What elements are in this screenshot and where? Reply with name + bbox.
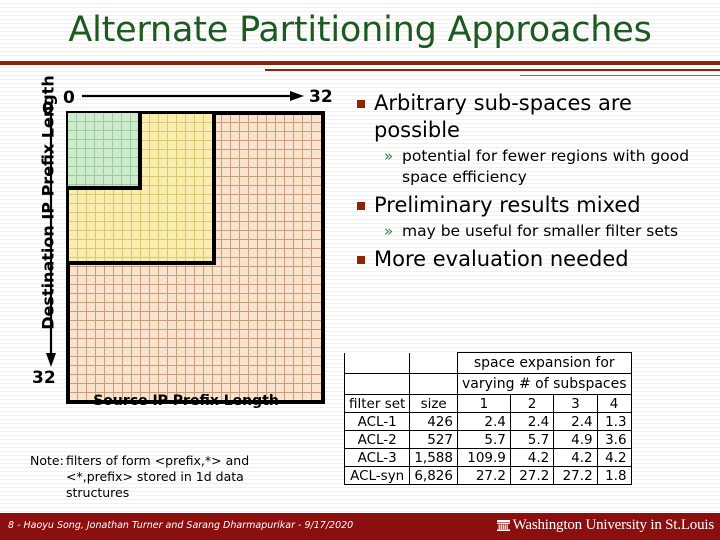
title-rule-thick	[0, 61, 720, 65]
slide-canvas: Alternate Partitioning Approaches Destin…	[0, 0, 720, 540]
bullet-item-4: » may be useful for smaller filter sets	[356, 221, 712, 242]
table-row: ACL-2 527 5.7 5.7 4.9 3.6	[343, 430, 632, 449]
table-header-size: size	[409, 394, 458, 413]
table-row: ACL-1 426 2.4 2.4 2.4 1.3	[343, 412, 632, 431]
table-cell-blank	[343, 352, 411, 374]
university-name: Washington University in St.Louis	[512, 517, 715, 533]
chevron-bullet-icon: »	[384, 147, 394, 165]
bullet-list: Arbitrary sub-spaces are possible » pote…	[356, 90, 712, 275]
table-cell-value: 109.9	[456, 448, 511, 467]
table-cell-value: 2.4	[553, 412, 598, 431]
table-cell-value: 2.4	[456, 412, 511, 431]
table-cell-value: 27.2	[553, 466, 598, 485]
bullet-item-3-label: Preliminary results mixed	[374, 193, 641, 217]
diagram-note: Note: filters of form <prefix,*> and <*,p…	[30, 453, 340, 501]
bullet-item-2: » potential for fewer regions with good …	[356, 146, 712, 188]
table-cell-value: 4.9	[553, 430, 598, 449]
table-row: ACL-3 1,588 109.9 4.2 4.2 4.2	[343, 448, 632, 467]
table-cell-blank	[409, 373, 458, 395]
page-title: Alternate Partitioning Approaches	[68, 10, 652, 50]
bullet-item-3: Preliminary results mixed	[356, 192, 712, 219]
table-cell-size: 1,588	[409, 448, 458, 467]
table-header-subspace-1: 1	[456, 394, 511, 413]
table-header-row: filter set size 1 2 3 4	[343, 394, 632, 413]
x-axis-label: Source IP Prefix Length	[93, 393, 279, 409]
y-axis-arrow-icon	[46, 115, 56, 367]
bullet-item-5: More evaluation needed	[356, 246, 712, 273]
table-cell-value: 4.2	[553, 448, 598, 467]
table-cell-filter-set: ACL-2	[343, 430, 411, 449]
table-cell-value: 4.2	[596, 448, 632, 467]
x-axis-arrow-icon	[82, 91, 304, 101]
table-header-subspace-2: 2	[509, 394, 555, 413]
table-cell-filter-set: ACL-syn	[343, 466, 411, 485]
table-cell-value: 5.7	[456, 430, 511, 449]
bullet-item-1-label: Arbitrary sub-spaces are possible	[374, 91, 632, 142]
table-cell-blank	[343, 373, 411, 395]
slide-footer: 8 - Haoyu Song, Jonathan Turner and Sara…	[0, 513, 720, 540]
table-cell-size: 6,826	[409, 466, 458, 485]
chevron-bullet-icon: »	[384, 222, 394, 240]
table-cell-value: 27.2	[509, 466, 555, 485]
note-text: filters of form <prefix,*> and <*,prefix…	[66, 453, 250, 500]
table-row-grouphead-2: varying # of subspaces	[343, 373, 632, 395]
title-rule-mid	[265, 69, 720, 71]
table-cell-blank	[409, 352, 458, 374]
y-axis-max-label: 32	[32, 368, 56, 388]
footer-credit: 8 - Haoyu Song, Jonathan Turner and Sara…	[8, 520, 354, 531]
table-header-subspace-3: 3	[553, 394, 598, 413]
bullet-item-4-label: may be useful for smaller filter sets	[402, 222, 679, 240]
x-axis-min-label: 0	[63, 88, 75, 108]
table-cell-value: 2.4	[509, 412, 555, 431]
table-cell-size: 527	[409, 430, 458, 449]
table-cell-value: 1.8	[596, 466, 632, 485]
table-cell-value: 4.2	[509, 448, 555, 467]
table-cell-size: 426	[409, 412, 458, 431]
table-group-header-line2: varying # of subspaces	[456, 373, 632, 395]
subspace-region-yellow	[68, 113, 216, 265]
table-header-filter-set: filter set	[343, 394, 411, 413]
table-cell-value: 5.7	[509, 430, 555, 449]
subspace-region-green	[68, 113, 142, 190]
university-logo: Washington University in St.Louis	[496, 517, 715, 534]
square-bullet-icon	[357, 256, 365, 264]
subspace-grid-peach	[66, 111, 325, 404]
table-row-grouphead-1: space expansion for	[343, 352, 632, 374]
table-cell-value: 27.2	[456, 466, 511, 485]
table-cell-filter-set: ACL-1	[343, 412, 411, 431]
x-axis-max-label: 32	[309, 87, 333, 107]
table-cell-value: 1.3	[596, 412, 632, 431]
bullet-item-1: Arbitrary sub-spaces are possible	[356, 90, 712, 144]
wustl-shield-icon	[496, 519, 510, 531]
note-label: Note:	[30, 453, 64, 468]
square-bullet-icon	[357, 202, 365, 210]
bullet-item-2-label: potential for fewer regions with good sp…	[402, 147, 690, 186]
results-table: space expansion for varying # of subspac…	[343, 352, 632, 485]
table-cell-filter-set: ACL-3	[343, 448, 411, 467]
table-cell-value: 3.6	[596, 430, 632, 449]
square-bullet-icon	[357, 100, 365, 108]
table-group-header-line1: space expansion for	[456, 352, 632, 374]
table-row: ACL-syn 6,826 27.2 27.2 27.2 1.8	[343, 466, 632, 485]
table-header-subspace-4: 4	[596, 394, 632, 413]
partitioning-diagram: Destination IP Prefix Length 0 32 0 32 S…	[0, 75, 350, 505]
bullet-item-5-label: More evaluation needed	[374, 247, 629, 271]
title-rule-thin	[520, 75, 720, 76]
